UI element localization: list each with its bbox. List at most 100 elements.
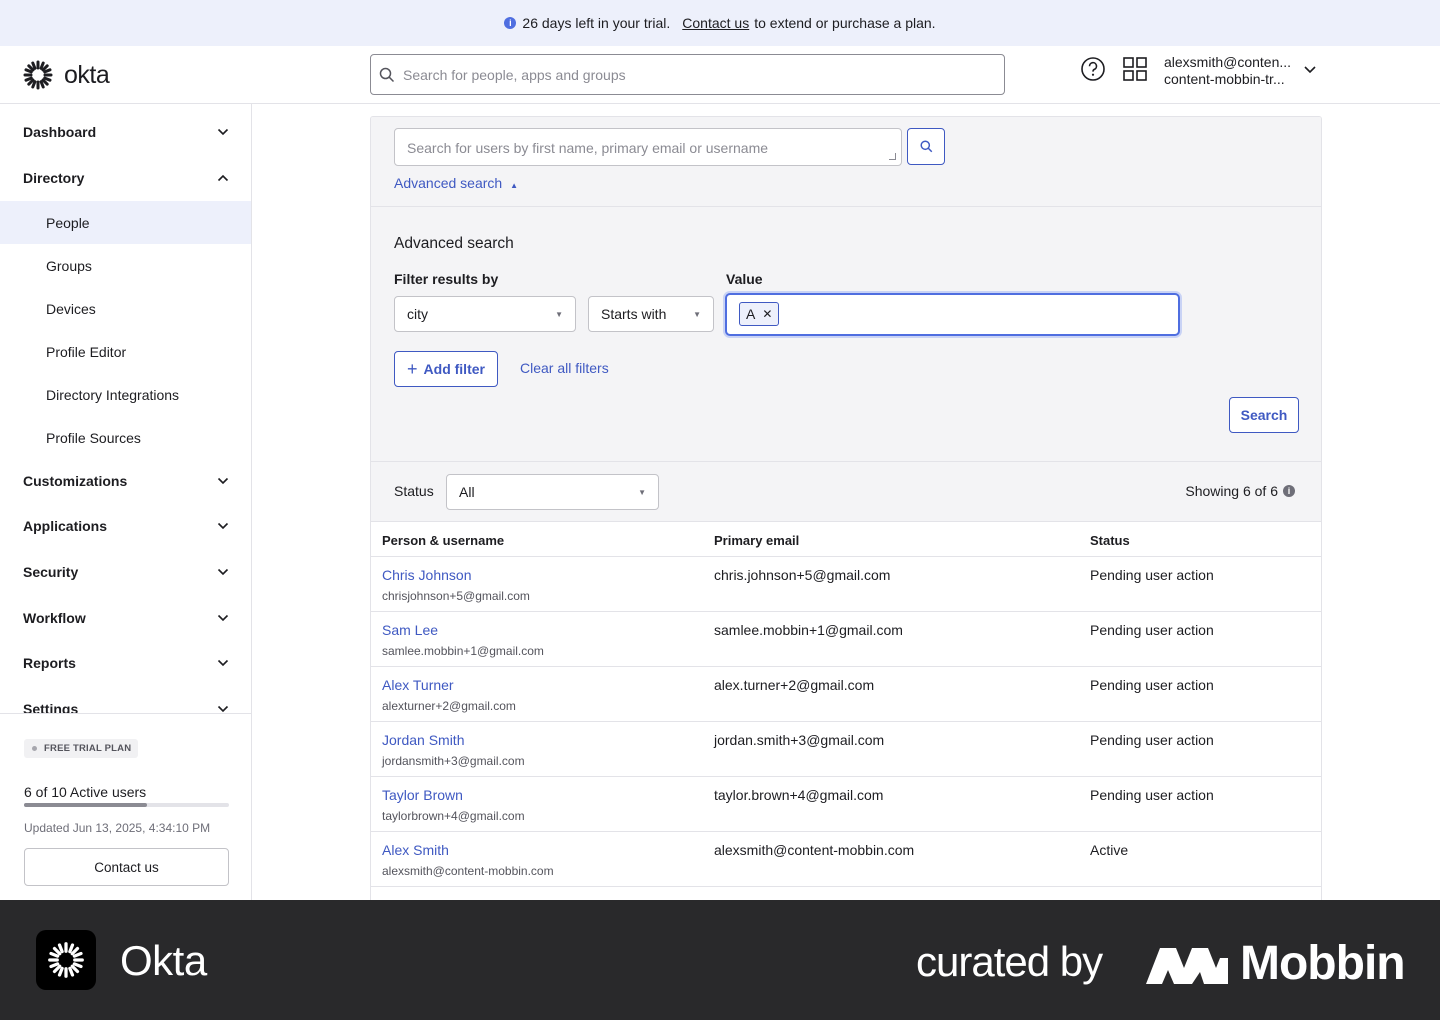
sidebar-item-customizations[interactable]: Customizations [0, 459, 251, 503]
table-row: Taylor Brown taylorbrown+4@gmail.com tay… [371, 777, 1321, 832]
active-users-progress-fill [24, 803, 147, 807]
sidebar-item-label: Workflow [23, 610, 86, 626]
chevron-down-icon [217, 568, 229, 576]
trial-plan-card: FREE TRIAL PLAN 6 of 10 Active users Upd… [0, 713, 251, 900]
sidebar-item-label: Devices [46, 300, 96, 317]
mobbin-footer: Okta curated by Mobbin [0, 900, 1440, 1020]
person-email: samlee.mobbin+1@gmail.com [714, 622, 903, 638]
caret-down-icon: ▼ [693, 309, 701, 319]
status-filter-bar: Status All ▼ Showing 6 of 6 i [371, 462, 1321, 522]
sidebar-item-groups[interactable]: Groups [0, 244, 251, 287]
person-name-link[interactable]: Chris Johnson [382, 567, 472, 583]
app-switcher-button[interactable] [1122, 56, 1148, 87]
sidebar-item-directory[interactable]: Directory [0, 156, 251, 200]
okta-logo[interactable]: okta [22, 59, 110, 91]
sidebar-item-security[interactable]: Security [0, 550, 251, 594]
search-icon [379, 67, 395, 82]
person-name-link[interactable]: Alex Turner [382, 677, 454, 693]
column-header-status[interactable]: Status [1090, 533, 1130, 548]
sidebar: Dashboard Directory People Groups Device… [0, 104, 252, 900]
sidebar-item-label: People [46, 214, 90, 231]
user-search-button[interactable] [907, 128, 945, 165]
search-button[interactable]: Search [1229, 397, 1299, 433]
sidebar-item-label: Directory [23, 170, 85, 186]
sidebar-item-devices[interactable]: Devices [0, 287, 251, 330]
column-header-email[interactable]: Primary email [714, 533, 799, 548]
table-row: Chris Johnson chrisjohnson+5@gmail.com c… [371, 557, 1321, 612]
sidebar-item-dashboard[interactable]: Dashboard [0, 110, 251, 154]
sidebar-item-profile-sources[interactable]: Profile Sources [0, 416, 251, 459]
chevron-up-icon [217, 174, 229, 182]
sidebar-item-label: Customizations [23, 473, 128, 489]
grid-icon [1123, 57, 1147, 81]
column-header-person[interactable]: Person & username [382, 533, 504, 548]
chevron-down-icon [217, 659, 229, 667]
contact-us-link[interactable]: Contact us [682, 15, 749, 31]
remove-chip-icon[interactable]: ✕ [762, 307, 772, 321]
person-status: Pending user action [1090, 787, 1214, 803]
sidebar-item-applications[interactable]: Applications [0, 504, 251, 548]
global-search-field[interactable] [370, 54, 1005, 95]
person-status: Active [1090, 842, 1129, 858]
global-search-input[interactable] [403, 66, 963, 83]
person-name-link[interactable]: Jordan Smith [382, 732, 464, 748]
sidebar-item-workflow[interactable]: Workflow [0, 596, 251, 640]
person-name-link[interactable]: Alex Smith [382, 842, 449, 858]
table-row: Jordan Smith jordansmith+3@gmail.com jor… [371, 722, 1321, 777]
user-menu-toggle[interactable] [1303, 62, 1317, 80]
filter-field-value: city [407, 306, 428, 322]
person-name-link[interactable]: Taylor Brown [382, 787, 463, 803]
sidebar-item-label: Profile Sources [46, 429, 141, 446]
clear-filters-link[interactable]: Clear all filters [520, 360, 609, 376]
chevron-down-icon [217, 477, 229, 485]
status-select-value: All [459, 484, 475, 500]
status-select[interactable]: All ▼ [446, 474, 659, 510]
sidebar-item-label: Applications [23, 518, 108, 534]
sidebar-item-label: Groups [46, 257, 92, 274]
sidebar-item-directory-integrations[interactable]: Directory Integrations [0, 373, 251, 416]
person-status: Pending user action [1090, 677, 1214, 693]
active-users-count: 6 of 10 Active users [24, 784, 147, 800]
active-users-progress [24, 803, 229, 807]
caret-down-icon: ▼ [555, 309, 563, 319]
advanced-search-toggle[interactable]: Advanced search ▲ [394, 175, 518, 191]
user-org: content-mobbin-tr... [1164, 71, 1285, 87]
add-filter-button[interactable]: + Add filter [394, 351, 498, 387]
sidebar-item-label: Dashboard [23, 124, 97, 140]
advanced-search-toggle-label: Advanced search [394, 175, 503, 191]
person-email: alexsmith@content-mobbin.com [714, 842, 915, 858]
table-header: Person & username Primary email Status [371, 522, 1321, 557]
value-chip-label: A [746, 306, 756, 322]
sidebar-item-label: Directory Integrations [46, 386, 180, 403]
person-username: samlee.mobbin+1@gmail.com [382, 644, 544, 658]
help-button[interactable] [1080, 56, 1106, 87]
chevron-down-icon [217, 705, 229, 713]
caret-down-icon: ▼ [638, 487, 646, 497]
sidebar-item-label: Reports [23, 655, 76, 671]
advanced-search-title: Advanced search [394, 235, 514, 252]
trial-message: 26 days left in your trial. [522, 15, 671, 31]
sidebar-item-people[interactable]: People [0, 201, 251, 244]
table-row: Alex Turner alexturner+2@gmail.com alex.… [371, 667, 1321, 722]
operator-select[interactable]: Starts with ▼ [588, 296, 714, 332]
footer-curated-text: curated by [916, 938, 1103, 985]
filter-label: Filter results by [394, 271, 499, 287]
sidebar-item-reports[interactable]: Reports [0, 641, 251, 685]
okta-sunburst-icon [48, 942, 84, 978]
person-name-link[interactable]: Sam Lee [382, 622, 438, 638]
sidebar-item-profile-editor[interactable]: Profile Editor [0, 330, 251, 373]
user-search-placeholder: Search for users by first name, primary … [407, 140, 769, 156]
contact-us-button[interactable]: Contact us [24, 848, 229, 886]
info-icon[interactable]: i [1283, 485, 1295, 497]
user-menu[interactable]: alexsmith@conten... content-mobbin-tr... [1164, 54, 1291, 88]
filter-value-input[interactable]: A ✕ [725, 293, 1180, 336]
person-username: alexsmith@content-mobbin.com [382, 864, 554, 878]
advanced-search-section: Advanced search Filter results by Value … [371, 207, 1321, 462]
help-icon [1081, 57, 1105, 81]
filter-field-select[interactable]: city ▼ [394, 296, 576, 332]
footer-app-name: Okta [120, 937, 207, 984]
user-search-input[interactable]: Search for users by first name, primary … [394, 128, 902, 166]
resize-handle[interactable] [889, 153, 896, 160]
person-username: chrisjohnson+5@gmail.com [382, 589, 530, 603]
user-email: alexsmith@conten... [1164, 54, 1292, 70]
